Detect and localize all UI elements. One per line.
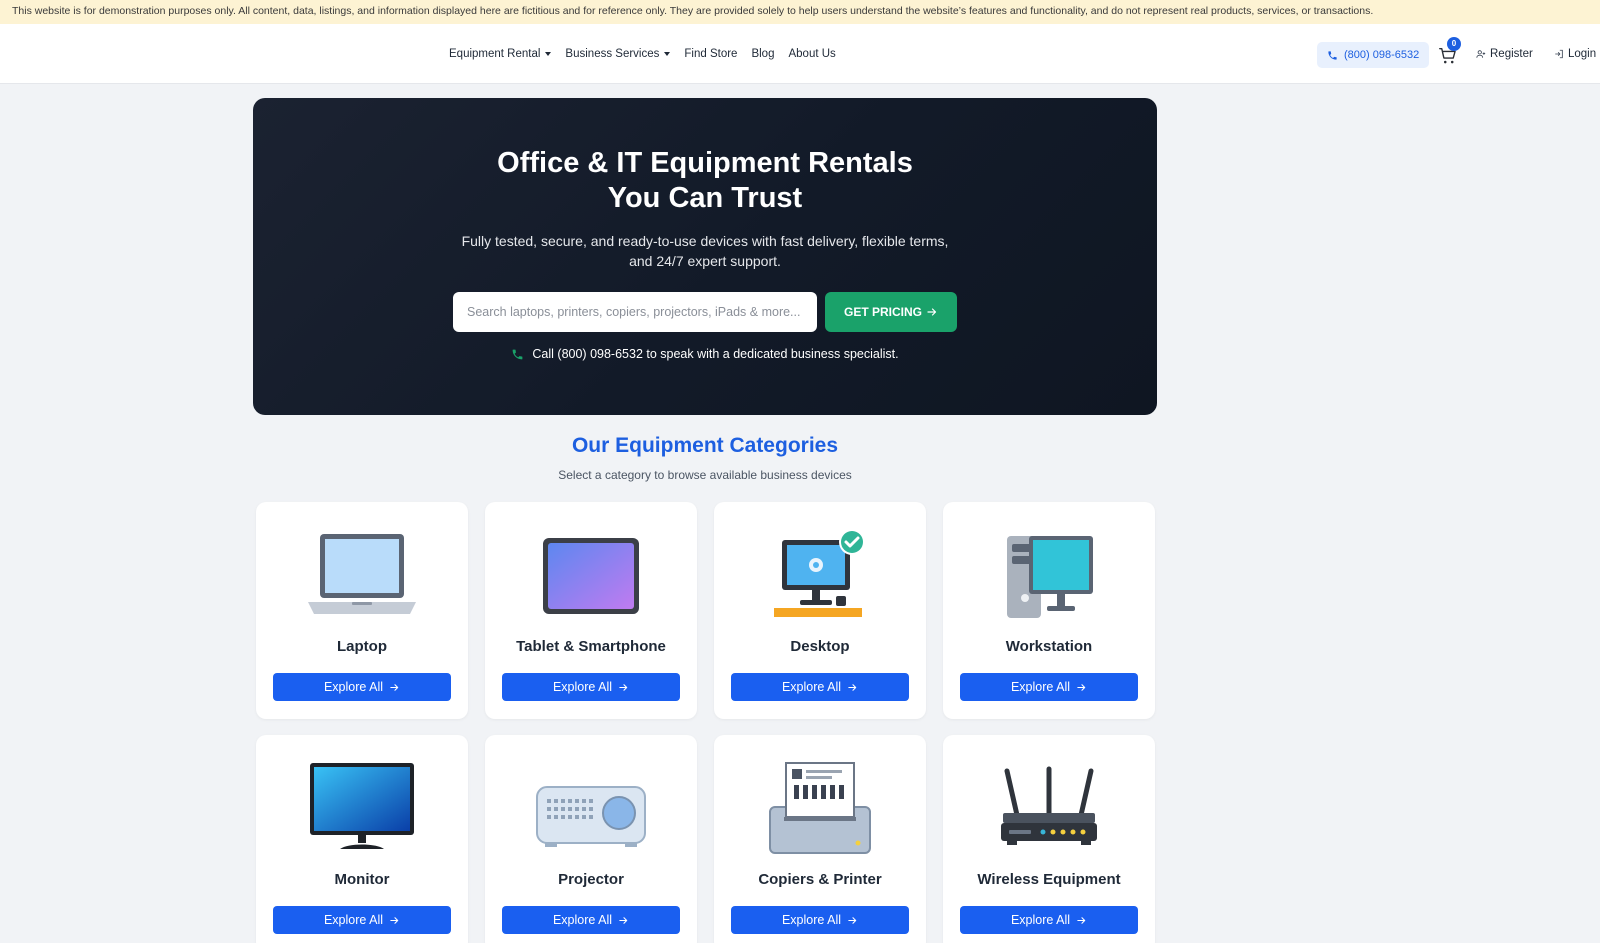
hero-title-line: Office & IT Equipment Rentals xyxy=(497,147,913,179)
explore-all-button[interactable]: Explore All xyxy=(502,673,680,701)
explore-label: Explore All xyxy=(552,680,613,694)
arrow-right-icon xyxy=(619,916,628,924)
caret-down-icon xyxy=(664,52,671,56)
explore-all-button[interactable]: Explore All xyxy=(502,906,680,934)
login-icon xyxy=(1555,49,1563,59)
category-title: Wireless Equipment xyxy=(977,871,1121,888)
nav-find-store[interactable]: Find Store xyxy=(684,48,737,60)
nav-label: Business Services xyxy=(565,48,660,60)
category-title: Monitor xyxy=(334,871,390,888)
call-specialist-line: Call (800) 098-6532 to speak with a dedi… xyxy=(253,347,1157,361)
main-nav: Equipment Rental Business Services Find … xyxy=(449,24,836,84)
nav-about-us[interactable]: About Us xyxy=(788,48,835,60)
get-pricing-label: GET PRICING xyxy=(843,305,922,319)
explore-label: Explore All xyxy=(323,913,384,927)
cart-count-badge: 0 xyxy=(1447,37,1461,51)
caret-down-icon xyxy=(545,52,552,56)
category-card-laptop[interactable]: Laptop Explore All xyxy=(256,502,468,719)
nav-label: Equipment Rental xyxy=(449,48,541,60)
hero-title-line: You Can Trust xyxy=(607,182,803,214)
user-plus-icon xyxy=(1476,50,1486,58)
arrow-right-icon xyxy=(927,308,937,316)
nav-equipment-rental[interactable]: Equipment Rental xyxy=(449,48,552,60)
phone-number: (800) 098-6532 xyxy=(1344,49,1420,61)
explore-all-button[interactable]: Explore All xyxy=(960,906,1138,934)
login-link[interactable]: Login xyxy=(1554,24,1596,84)
category-title: Laptop xyxy=(337,638,387,655)
call-text: Call (800) 098-6532 to speak with a dedi… xyxy=(532,347,899,361)
arrow-right-icon xyxy=(1077,916,1086,924)
arrow-right-icon xyxy=(390,683,399,691)
arrow-right-icon xyxy=(848,916,857,924)
explore-label: Explore All xyxy=(323,680,384,694)
arrow-right-icon xyxy=(390,916,399,924)
hero-subtitle-line: Fully tested, secure, and ready-to-use d… xyxy=(461,233,949,249)
router-icon xyxy=(1001,766,1097,845)
explore-all-button[interactable]: Explore All xyxy=(960,673,1138,701)
arrow-right-icon xyxy=(848,683,857,691)
nav-blog[interactable]: Blog xyxy=(751,48,774,60)
register-label: Register xyxy=(1490,48,1533,60)
login-label: Login xyxy=(1568,48,1597,60)
phone-icon xyxy=(513,349,523,359)
hero-title: Office & IT Equipment Rentals You Can Tr… xyxy=(253,146,1157,216)
explore-all-button[interactable]: Explore All xyxy=(731,906,909,934)
explore-label: Explore All xyxy=(1010,913,1071,927)
laptop-icon xyxy=(308,534,416,614)
tablet-icon xyxy=(543,538,639,614)
desktop-icon xyxy=(774,529,865,617)
category-title: Copiers & Printer xyxy=(758,871,882,888)
get-pricing-button[interactable]: GET PRICING xyxy=(825,292,957,332)
nav-label: About Us xyxy=(788,48,836,60)
hero-subtitle: Fully tested, secure, and ready-to-use d… xyxy=(253,231,1157,271)
arrow-right-icon xyxy=(619,683,628,691)
category-card-workstation[interactable]: Workstation Explore All xyxy=(943,502,1155,719)
categories-title: Our Equipment Categories xyxy=(571,434,839,457)
explore-label: Explore All xyxy=(781,913,842,927)
register-link[interactable]: Register xyxy=(1476,24,1533,84)
explore-all-button[interactable]: Explore All xyxy=(731,673,909,701)
category-title: Tablet & Smartphone xyxy=(516,638,666,655)
demo-notice-banner: This website is for demonstration purpos… xyxy=(0,0,1600,24)
explore-all-button[interactable]: Explore All xyxy=(273,906,451,934)
printer-icon xyxy=(769,762,871,854)
workstation-icon xyxy=(1007,536,1093,618)
explore-all-button[interactable]: Explore All xyxy=(273,673,451,701)
category-card-monitor[interactable]: Monitor Explore All xyxy=(256,735,468,943)
nav-label: Blog xyxy=(751,48,775,60)
top-navbar: Equipment Rental Business Services Find … xyxy=(0,24,1600,84)
nav-business-services[interactable]: Business Services xyxy=(565,48,671,60)
category-card-wireless[interactable]: Wireless Equipment Explore All xyxy=(943,735,1155,943)
phone-button[interactable]: (800) 098-6532 xyxy=(1317,42,1430,68)
hero-subtitle-line: and 24/7 expert support. xyxy=(629,253,781,269)
category-card-printer[interactable]: Copiers & Printer Explore All xyxy=(714,735,926,943)
category-title: Workstation xyxy=(1005,638,1093,655)
nav-label: Find Store xyxy=(684,48,738,60)
explore-label: Explore All xyxy=(1010,680,1071,694)
hero-banner: Office & IT Equipment Rentals You Can Tr… xyxy=(253,98,1157,415)
category-card-tablet[interactable]: Tablet & Smartphone Explore All xyxy=(485,502,697,719)
category-card-desktop[interactable]: Desktop Explore All xyxy=(714,502,926,719)
explore-label: Explore All xyxy=(552,913,613,927)
category-title: Projector xyxy=(558,871,624,888)
phone-icon xyxy=(1328,50,1337,60)
categories-subtitle: Select a category to browse available bu… xyxy=(558,468,852,482)
category-title: Desktop xyxy=(790,638,850,655)
explore-label: Explore All xyxy=(781,680,842,694)
arrow-right-icon xyxy=(1077,683,1086,691)
category-card-projector[interactable]: Projector Explore All xyxy=(485,735,697,943)
monitor-icon xyxy=(310,763,414,849)
projector-icon xyxy=(536,786,646,847)
search-input[interactable] xyxy=(453,292,817,332)
